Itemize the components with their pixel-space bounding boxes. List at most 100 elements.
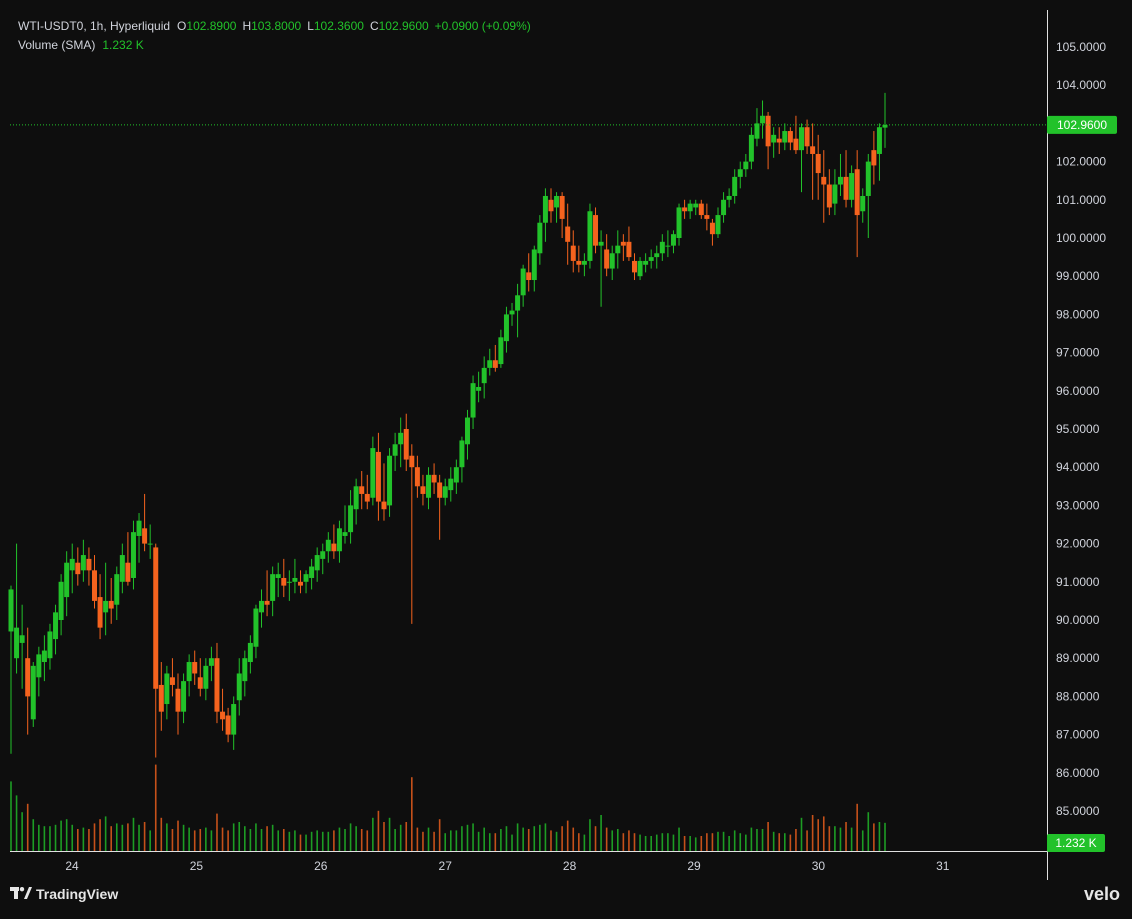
tradingview-logo[interactable]: TradingView xyxy=(10,886,118,902)
chart-area[interactable]: 105.0000104.0000103.0000102.0000101.0000… xyxy=(0,0,1132,914)
candle-body xyxy=(559,195,565,219)
volume-bar xyxy=(711,833,714,851)
volume-bar xyxy=(527,829,530,851)
price-tick-label: 91.0000 xyxy=(1056,575,1100,589)
candle-body xyxy=(715,215,721,235)
volume-bar xyxy=(828,826,831,851)
volume-bar xyxy=(427,827,430,851)
volume-bar xyxy=(288,831,291,851)
volume-bar xyxy=(700,836,703,851)
volume-bar xyxy=(60,820,62,851)
candle-body xyxy=(509,310,515,315)
low-value: 102.3600 xyxy=(313,19,364,33)
high-value: 103.8000 xyxy=(251,19,302,33)
volume-bar xyxy=(800,817,803,851)
candle-body xyxy=(837,176,843,185)
date-tick-label: 27 xyxy=(439,859,453,873)
candle-body xyxy=(325,539,331,552)
candle-body xyxy=(648,257,654,261)
candle-body xyxy=(631,260,637,273)
candle-body xyxy=(348,505,354,533)
symbol-label[interactable]: WTI-USDT0, 1h, Hyperliquid xyxy=(18,17,170,36)
candle-body xyxy=(503,314,509,342)
candle-body xyxy=(353,486,359,510)
volume-bar xyxy=(15,795,18,851)
candle-body xyxy=(481,367,487,384)
volume-bar xyxy=(483,827,485,851)
volume-bar xyxy=(372,817,374,851)
candle-body xyxy=(75,562,81,575)
volume-bar xyxy=(533,826,536,851)
volume-bar xyxy=(694,837,697,851)
candle-body xyxy=(103,600,109,613)
volume-bar xyxy=(806,830,808,851)
volume-bar xyxy=(472,823,474,851)
volume-bar xyxy=(678,827,680,851)
volume-bar xyxy=(516,823,519,851)
volume-bar xyxy=(628,830,630,851)
volume-bar xyxy=(650,836,652,851)
candle-body xyxy=(225,715,231,735)
candle-body xyxy=(448,478,454,491)
volume-bar xyxy=(232,823,235,851)
candle-body xyxy=(721,199,727,216)
candle-body xyxy=(865,161,871,196)
volume-bar xyxy=(672,834,675,851)
volume-bar xyxy=(795,829,797,851)
volume-bar xyxy=(338,827,341,851)
candle-body xyxy=(620,241,626,246)
volume-bar xyxy=(388,817,391,851)
candle-body xyxy=(693,203,699,208)
volume-bar xyxy=(221,827,224,851)
candle-body xyxy=(114,574,120,605)
tradingview-wordmark: TradingView xyxy=(36,886,119,902)
candle-body xyxy=(442,486,448,498)
date-tick-label: 26 xyxy=(314,859,328,873)
volume-bar xyxy=(867,812,870,851)
volume-bar xyxy=(834,826,836,851)
velo-wordmark: velo xyxy=(1083,884,1120,904)
volume-bar xyxy=(633,833,636,851)
volume-bar xyxy=(93,823,96,851)
candle-body xyxy=(437,482,443,498)
volume-bar xyxy=(861,830,864,851)
candle-body xyxy=(231,704,237,735)
candle-body xyxy=(793,138,799,151)
candle-body xyxy=(709,222,715,235)
volume-bar xyxy=(294,830,296,851)
tradingview-icon xyxy=(10,886,32,902)
candle-body xyxy=(19,635,25,643)
close-label: C xyxy=(369,19,379,33)
date-tick-label: 24 xyxy=(65,859,79,873)
volume-bar xyxy=(277,830,280,851)
volume-indicator-label[interactable]: Volume (SMA) xyxy=(18,36,95,55)
volume-bar xyxy=(500,829,502,851)
volume-bar xyxy=(10,781,12,851)
candle-body xyxy=(520,268,526,296)
candle-body xyxy=(854,169,860,216)
date-tick-label: 31 xyxy=(936,859,950,873)
volume-bar xyxy=(505,826,508,851)
candle-body xyxy=(654,253,660,258)
chart-canvas[interactable]: 105.0000104.0000103.0000102.0000101.0000… xyxy=(0,0,1132,914)
volume-bar xyxy=(366,830,369,851)
price-tick-label: 87.0000 xyxy=(1056,728,1100,742)
volume-bar xyxy=(778,833,781,851)
volume-bar xyxy=(455,830,458,851)
price-tick-label: 90.0000 xyxy=(1056,613,1100,627)
candle-body xyxy=(843,176,849,200)
volume-bar xyxy=(822,816,825,851)
volume-bar xyxy=(750,827,753,851)
volume-bar xyxy=(661,833,664,851)
volume-bar xyxy=(210,830,213,851)
volume-bar xyxy=(616,829,619,851)
volume-bar xyxy=(761,829,764,851)
candle-body xyxy=(208,658,214,666)
volume-bar xyxy=(349,823,352,851)
volume-bar xyxy=(138,824,140,851)
candle-body xyxy=(665,245,671,247)
candle-body xyxy=(286,581,292,583)
volume-bar xyxy=(77,829,79,851)
volume-bar xyxy=(216,813,218,851)
price-tick-label: 86.0000 xyxy=(1056,766,1100,780)
